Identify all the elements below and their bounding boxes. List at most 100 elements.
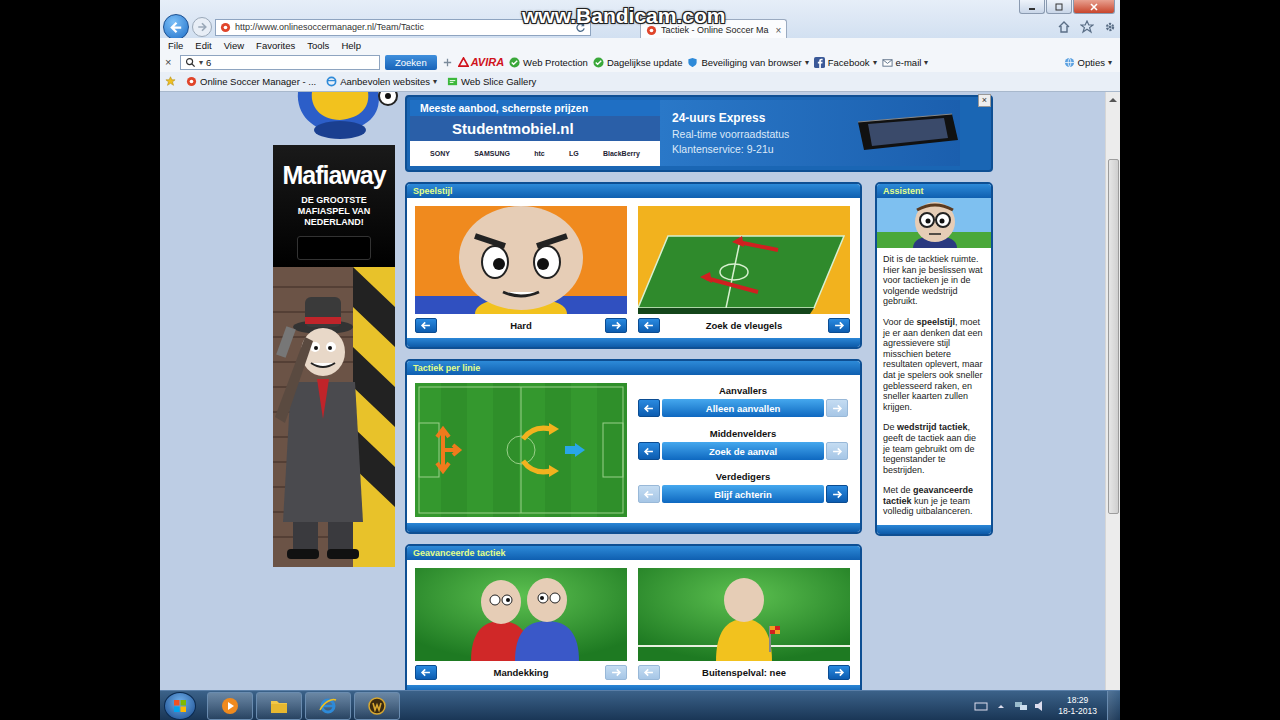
show-desktop-button[interactable]: [1107, 691, 1120, 720]
studentmobiel-banner[interactable]: Meeste aanbod, scherpste prijzenStudentm…: [405, 95, 993, 172]
previous-button[interactable]: [638, 665, 660, 680]
daily-update-button[interactable]: Dagelijkse update: [593, 57, 683, 68]
mafiaway-ad[interactable]: MafiawayDE GROOTSTE MAFIASPEL VAN NEDERL…: [273, 145, 395, 567]
clock[interactable]: 18:2918-1-2013: [1054, 695, 1101, 717]
previous-button[interactable]: [415, 318, 437, 333]
letterbox-left: [0, 0, 160, 720]
line-group-label: Verdedigers: [638, 471, 848, 482]
left-arrow-icon: [641, 403, 657, 414]
menu-item[interactable]: Favorites: [256, 40, 295, 51]
play-style-option: Zoek de vleugels: [638, 206, 850, 334]
favorites-star-icon[interactable]: [1080, 20, 1094, 34]
taskbar-app[interactable]: [354, 692, 400, 720]
wings-field-illustration-icon: [638, 206, 850, 314]
browser-security-label: Beveiliging van browser: [701, 57, 801, 68]
search-field[interactable]: ▾6: [180, 55, 380, 70]
web-protection-button[interactable]: Web Protection: [509, 57, 588, 68]
browser-security-button[interactable]: Beveiliging van browser▾: [687, 57, 808, 68]
taskbar: 18:2918-1-2013: [160, 690, 1120, 720]
vertical-scrollbar[interactable]: [1105, 92, 1120, 690]
start-button[interactable]: [164, 692, 196, 720]
line-setting: MiddenveldersZoek de aanval: [638, 428, 848, 460]
volume-icon[interactable]: [1034, 701, 1048, 711]
restore-icon: [1053, 3, 1065, 11]
brand-logos: SONYSAMSUNGhtcLGBlackBerry: [410, 141, 660, 166]
options-button[interactable]: Opties▾: [1064, 57, 1112, 68]
tab-close-button[interactable]: ×: [773, 25, 782, 36]
previous-button[interactable]: [638, 318, 660, 333]
back-button[interactable]: [163, 14, 189, 40]
settings-gear-icon[interactable]: [1103, 20, 1117, 34]
game-icon: [367, 696, 387, 716]
menu-item[interactable]: View: [224, 40, 244, 51]
dropdown-arrow: ▾: [1108, 58, 1112, 67]
home-icon[interactable]: [1057, 20, 1071, 34]
next-button[interactable]: [826, 485, 848, 503]
banner-brand: Studentmobiel.nl: [410, 116, 660, 141]
ad-close-button[interactable]: ×: [978, 94, 991, 107]
next-button[interactable]: [826, 442, 848, 460]
scroll-up-button[interactable]: [1106, 92, 1120, 107]
facebook-button[interactable]: Facebook▾: [814, 57, 877, 68]
previous-button[interactable]: [638, 485, 660, 503]
taskbar-app[interactable]: [305, 692, 351, 720]
left-arrow-icon: [641, 667, 657, 678]
next-button[interactable]: [605, 665, 627, 680]
favorite-label: Aanbevolen websites: [340, 76, 430, 87]
back-arrow-icon: [169, 20, 184, 35]
favorite-link[interactable]: Online Soccer Manager - ...: [186, 76, 316, 87]
favorite-link[interactable]: Web Slice Gallery: [447, 76, 536, 87]
network-icon[interactable]: [1014, 701, 1028, 711]
forward-button[interactable]: [192, 17, 212, 37]
show-hidden-icon[interactable]: [994, 701, 1008, 711]
plus-icon[interactable]: [442, 57, 453, 68]
menu-item[interactable]: Edit: [195, 40, 211, 51]
advanced-option: Mandekking: [415, 568, 627, 681]
brand-logo: SAMSUNG: [474, 150, 510, 157]
search-menu-arrow[interactable]: ▾: [199, 58, 203, 67]
recording-watermark: www.Bandicam.com: [522, 4, 725, 28]
toolbar-close-button[interactable]: ×: [165, 56, 175, 68]
next-button[interactable]: [828, 665, 850, 680]
assistant-paragraph: Dit is de tacktiek ruimte. Hier kan je b…: [883, 254, 985, 307]
right-arrow-icon: [831, 320, 847, 331]
search-button[interactable]: Zoeken: [385, 55, 437, 70]
avira-logo[interactable]: AVIRA: [458, 56, 504, 68]
previous-button[interactable]: [638, 399, 660, 417]
favorite-link[interactable]: Aanbevolen websites▾: [326, 76, 437, 87]
left-arrow-icon: [418, 667, 434, 678]
close-window-button[interactable]: [1073, 0, 1115, 14]
offside-flag-illustration-icon: [638, 568, 850, 661]
advanced-tactics-panel: Geavanceerde tactiekMandekkingBuitenspel…: [405, 544, 862, 690]
line-group-label: Aanvallers: [638, 385, 848, 396]
browser-window: http://www.onlinesoccermanager.nl/Team/T…: [160, 0, 1120, 690]
assistant-paragraph: De wedstrijd tactiek, geeft de tactiek a…: [883, 422, 985, 475]
ad-input-box: [297, 236, 371, 260]
folder-icon: [269, 696, 289, 716]
next-button[interactable]: [828, 318, 850, 333]
gangster-illustration-icon: [273, 267, 395, 567]
panel-title: Speelstijl: [407, 184, 860, 198]
keyboard-icon[interactable]: [974, 701, 988, 711]
taskbar-app[interactable]: [207, 692, 253, 720]
previous-button[interactable]: [415, 665, 437, 680]
option-label: Mandekking: [494, 667, 549, 678]
options-label: Opties: [1078, 57, 1105, 68]
line-value: Blijf achterin: [662, 485, 824, 503]
menu-item[interactable]: Tools: [307, 40, 329, 51]
previous-button[interactable]: [638, 442, 660, 460]
left-column: MafiawayDE GROOTSTE MAFIASPEL VAN NEDERL…: [273, 92, 395, 567]
maximize-button[interactable]: [1046, 0, 1072, 14]
web-protection-label: Web Protection: [523, 57, 588, 68]
next-button[interactable]: [826, 399, 848, 417]
menu-item[interactable]: Help: [341, 40, 361, 51]
minimize-button[interactable]: [1019, 0, 1045, 14]
brand-logo: LG: [569, 150, 579, 157]
favorites-star-icon[interactable]: [165, 76, 176, 87]
scroll-thumb[interactable]: [1108, 159, 1119, 514]
taskbar-app[interactable]: [256, 692, 302, 720]
menu-item[interactable]: File: [168, 40, 183, 51]
next-button[interactable]: [605, 318, 627, 333]
email-button[interactable]: e-mail▾: [882, 57, 929, 68]
banner-headline: Meeste aanbod, scherpste prijzen: [410, 100, 660, 116]
